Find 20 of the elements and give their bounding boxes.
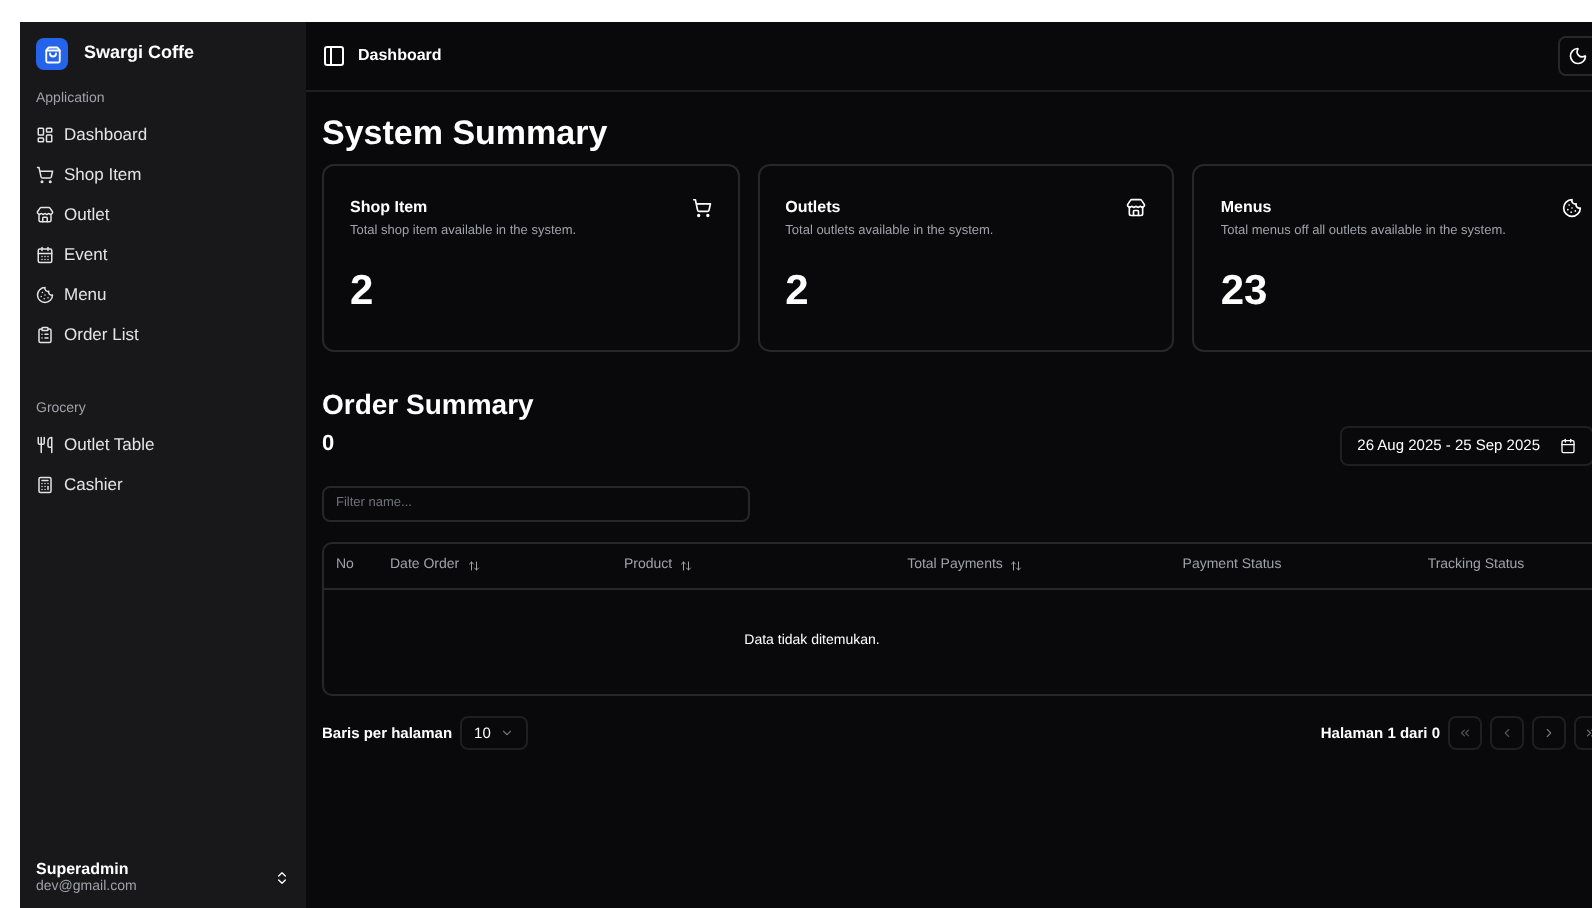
sidebar-item[interactable]: Order List <box>32 315 294 355</box>
sidebar-item[interactable]: Outlet <box>32 195 294 235</box>
card-value: 2 <box>785 266 811 319</box>
section-title: Order Summary <box>322 385 536 424</box>
card-title: Outlets <box>785 195 841 219</box>
sidebar-item[interactable]: Shop Item <box>32 155 294 195</box>
sidebar-item[interactable]: Outlet Table <box>32 424 294 464</box>
page-title: Dashboard <box>358 44 442 68</box>
app-name: Swargi Coffe <box>84 40 195 67</box>
sidebar-item[interactable]: Dashboard <box>32 115 294 155</box>
card-value: 23 <box>1220 266 1270 319</box>
card-value: 2 <box>350 266 376 319</box>
card-title: Shop Item <box>350 195 428 219</box>
sidebar-item[interactable]: Cashier <box>32 464 294 504</box>
sidebar-item[interactable]: Menu <box>32 275 294 315</box>
order-count: 0 <box>322 430 335 461</box>
sidebar-item[interactable]: Event <box>32 235 294 275</box>
card-title: Menus <box>1220 195 1272 219</box>
section-title: System Summary <box>322 112 610 156</box>
user-name: Superadmin <box>36 860 131 878</box>
